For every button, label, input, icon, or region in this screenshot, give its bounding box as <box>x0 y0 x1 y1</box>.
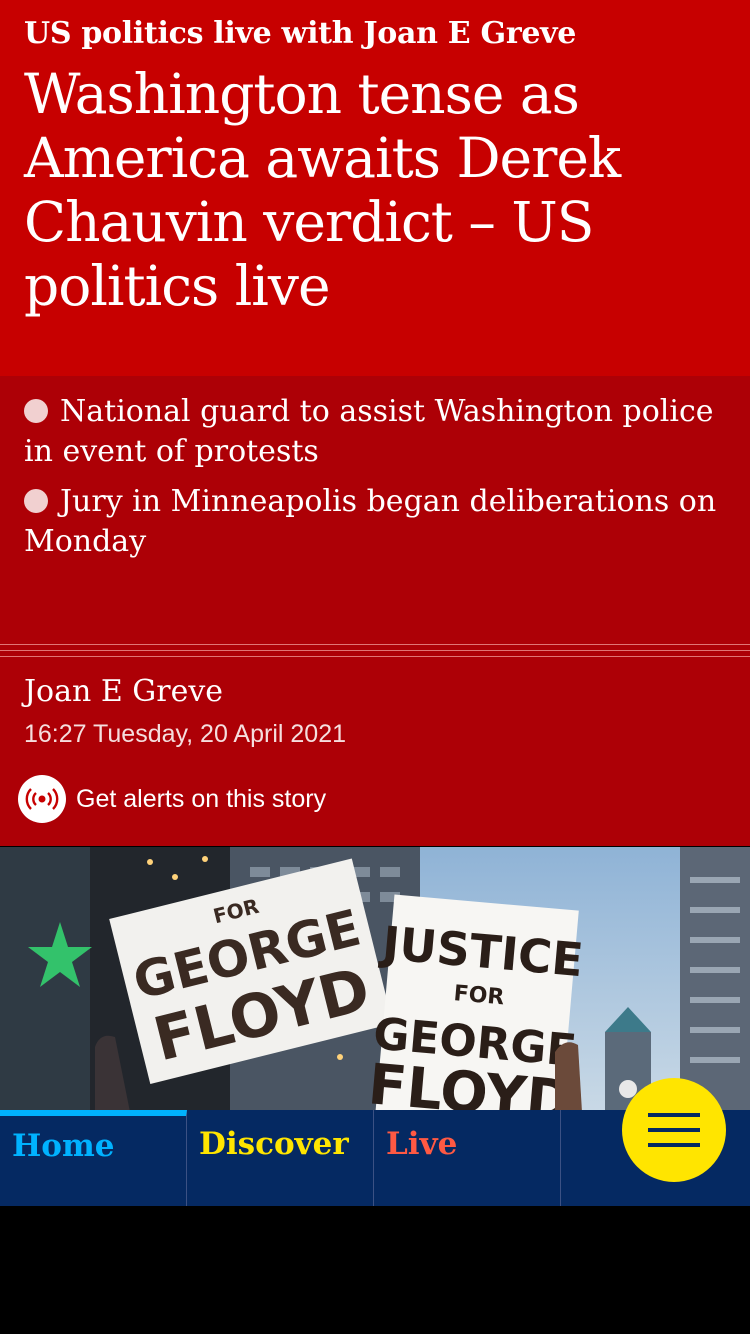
tab-live-label: Live <box>386 1126 458 1162</box>
alerts-button[interactable]: Get alerts on this story <box>18 774 326 824</box>
standfirst-bullet: Jury in Minneapolis began deliberations … <box>24 482 724 562</box>
tab-discover[interactable]: Discover <box>187 1110 374 1206</box>
tab-live[interactable]: Live <box>374 1110 561 1206</box>
bullet-dot-icon <box>24 399 48 423</box>
broadcast-icon <box>18 775 66 823</box>
tab-home-label: Home <box>12 1128 115 1164</box>
article-header: US politics live with Joan E Greve Washi… <box>0 0 750 376</box>
byline[interactable]: Joan E Greve <box>24 674 223 709</box>
alerts-label: Get alerts on this story <box>76 784 327 813</box>
article-kicker[interactable]: US politics live with Joan E Greve <box>24 16 576 51</box>
bullet-text: Jury in Minneapolis began deliberations … <box>24 484 717 559</box>
menu-button[interactable] <box>622 1078 726 1182</box>
tab-discover-label: Discover <box>199 1126 349 1162</box>
dateline: 16:27 Tuesday, 20 April 2021 <box>24 720 346 748</box>
tab-home[interactable]: Home <box>0 1110 187 1206</box>
system-bottom-area <box>0 1206 750 1334</box>
bullet-text: National guard to assist Washington poli… <box>24 394 714 469</box>
hamburger-icon <box>648 1113 700 1147</box>
bullet-dot-icon <box>24 489 48 513</box>
article-main-image[interactable]: FOR GEORGE FLOYD JUSTICE FOR GEORGE FLOY… <box>0 847 750 1112</box>
standfirst-bullet: National guard to assist Washington poli… <box>24 392 724 472</box>
article-headline: Washington tense as America awaits Derek… <box>24 62 621 318</box>
right-sign-for-text: FOR <box>453 981 506 1010</box>
section-divider <box>0 644 750 662</box>
